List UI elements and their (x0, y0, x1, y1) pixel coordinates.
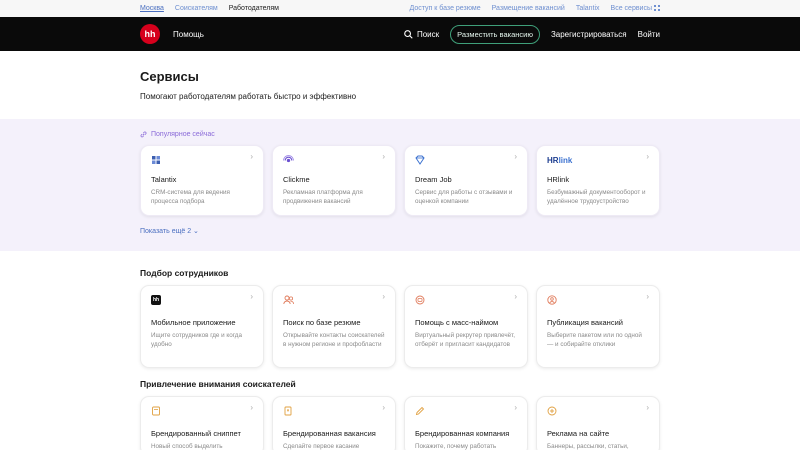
card-title: Помощь с масс-наймом (415, 318, 499, 327)
card-description: Новый способ выделить (151, 443, 223, 450)
chevron-right-icon: › (514, 152, 517, 161)
card-title: Брендированный сниппет (151, 429, 241, 438)
search-label: Поиск (416, 29, 440, 39)
vacancy-posting-link[interactable]: Размещение вакансий (492, 5, 565, 12)
card-title: Talantix (151, 175, 177, 184)
popular-label-text: Популярное сейчас (151, 131, 215, 138)
clickme-icon (283, 154, 385, 166)
chevron-right-icon: › (382, 292, 385, 301)
document-icon (283, 405, 385, 417)
service-card-mass-hiring[interactable]: › Помощь с масс-наймом Виртуальный рекру… (404, 285, 528, 368)
hrlink-logo: HRlink (547, 155, 573, 165)
card-description: Выберите пакетом или по одной — и собира… (547, 332, 642, 348)
talantix-icon (151, 154, 253, 166)
chevron-right-icon: › (646, 403, 649, 412)
resume-db-access-link[interactable]: Доступ к базе резюме (410, 5, 481, 12)
card-title: HRlink (547, 175, 570, 184)
chevron-right-icon: › (646, 152, 649, 161)
service-card-site-ads[interactable]: › Реклама на сайте Баннеры, рассылки, ст… (536, 396, 660, 450)
popular-label: Популярное сейчас (140, 131, 660, 138)
top-right-links: Доступ к базе резюме Размещение вакансий… (410, 5, 660, 12)
search-icon (404, 29, 413, 39)
register-link[interactable]: Зарегистрироваться (551, 30, 627, 39)
show-more-button[interactable]: Показать ещё 2 ⌄ (140, 227, 660, 235)
service-card-hrlink[interactable]: › HRlink HRlink Безбумажный документообо… (536, 145, 660, 216)
city-link[interactable]: Москва (140, 5, 164, 12)
dreamjob-icon (415, 154, 517, 166)
hh-app-icon: hh (151, 295, 161, 305)
show-more-label: Показать ещё 2 (140, 228, 192, 235)
section-title-attention: Привлечение внимания соискателей (140, 379, 296, 389)
service-card-dream-job[interactable]: › Dream Job Сервис для работы с отзывами… (404, 145, 528, 216)
card-title: Брендированная компания (415, 429, 510, 438)
search-button[interactable]: Поиск (404, 30, 439, 39)
service-card-branded-snippet[interactable]: › Брендированный сниппет Новый способ вы… (140, 396, 264, 450)
login-link[interactable]: Войти (638, 30, 660, 39)
top-utility-bar: Москва Соискателям Работодателям Доступ … (0, 0, 800, 17)
chevron-right-icon: › (250, 403, 253, 412)
attention-cards: › Брендированный сниппет Новый способ вы… (0, 396, 800, 450)
grid-icon (654, 5, 660, 11)
job-seekers-link[interactable]: Соискателям (175, 5, 218, 12)
hh-logo[interactable]: hh (140, 24, 160, 44)
talantix-link[interactable]: Talantix (576, 5, 600, 12)
all-services-label: Все сервисы (610, 5, 652, 12)
chevron-right-icon: › (382, 403, 385, 412)
service-card-clickme[interactable]: › Clickme Рекламная платформа для продви… (272, 145, 396, 216)
employers-link[interactable]: Работодателям (229, 5, 279, 12)
chevron-right-icon: › (514, 292, 517, 301)
card-title: Публикация вакансий (547, 318, 623, 327)
card-title: Брендированная вакансия (283, 429, 376, 438)
card-description: Сделайте первое касание (283, 443, 360, 450)
section-title-hiring: Подбор сотрудников (140, 268, 229, 278)
card-description: Покажите, почему работать (415, 443, 497, 450)
chevron-right-icon: › (646, 292, 649, 301)
robot-icon (415, 294, 517, 306)
chevron-right-icon: › (382, 152, 385, 161)
top-left-links: Москва Соискателям Работодателям (140, 5, 279, 12)
main-header: hh Помощь Поиск Разместить вакансию Заре… (0, 17, 800, 51)
card-description: Сервис для работы с отзывами и оценкой к… (415, 189, 513, 205)
hiring-cards: › hh Мобильное приложение Ищите сотрудни… (0, 285, 800, 368)
post-vacancy-button[interactable]: Разместить вакансию (450, 24, 540, 44)
card-title: Мобильное приложение (151, 318, 236, 327)
page-subtitle: Помогают работодателям работать быстро и… (140, 92, 357, 101)
people-icon (283, 294, 385, 306)
service-card-mobile-app[interactable]: › hh Мобильное приложение Ищите сотрудни… (140, 285, 264, 368)
card-description: Баннеры, рассылки, статьи, (547, 443, 629, 450)
chevron-down-icon: ⌄ (193, 228, 199, 235)
help-link[interactable]: Помощь (173, 30, 204, 39)
card-description: Ищите сотрудников где и когда удобно (151, 332, 242, 348)
chevron-right-icon: › (250, 292, 253, 301)
snippet-icon (151, 405, 253, 417)
service-card-resume-search[interactable]: › Поиск по базе резюме Открывайте контак… (272, 285, 396, 368)
person-icon (547, 294, 649, 306)
service-card-vacancy-posting[interactable]: › Публикация вакансий Выберите пакетом и… (536, 285, 660, 368)
service-card-talantix[interactable]: › Talantix CRM-система для ведения проце… (140, 145, 264, 216)
card-title: Поиск по базе резюме (283, 318, 361, 327)
card-description: CRM-система для ведения процесса подбора (151, 189, 230, 205)
chevron-right-icon: › (250, 152, 253, 161)
plus-circle-icon (547, 405, 649, 417)
page-title: Сервисы (140, 69, 199, 84)
link-icon (140, 131, 147, 138)
service-card-branded-vacancy[interactable]: › Брендированная вакансия Сделайте перво… (272, 396, 396, 450)
chevron-right-icon: › (514, 403, 517, 412)
all-services-link[interactable]: Все сервисы (611, 5, 660, 12)
service-card-branded-company[interactable]: › Брендированная компания Покажите, поче… (404, 396, 528, 450)
card-title: Реклама на сайте (547, 429, 610, 438)
card-title: Dream Job (415, 175, 452, 184)
card-description: Рекламная платформа для продвижения вака… (283, 189, 363, 205)
card-description: Безбумажный документооборот и удалённое … (547, 189, 646, 205)
popular-section: Популярное сейчас › Talantix CRM-система… (0, 119, 800, 251)
card-description: Открывайте контакты соискателей в нужном… (283, 332, 385, 348)
pencil-icon (415, 405, 517, 417)
card-title: Clickme (283, 175, 310, 184)
card-description: Виртуальный рекрутер привлечёт, отберёт … (415, 332, 516, 348)
